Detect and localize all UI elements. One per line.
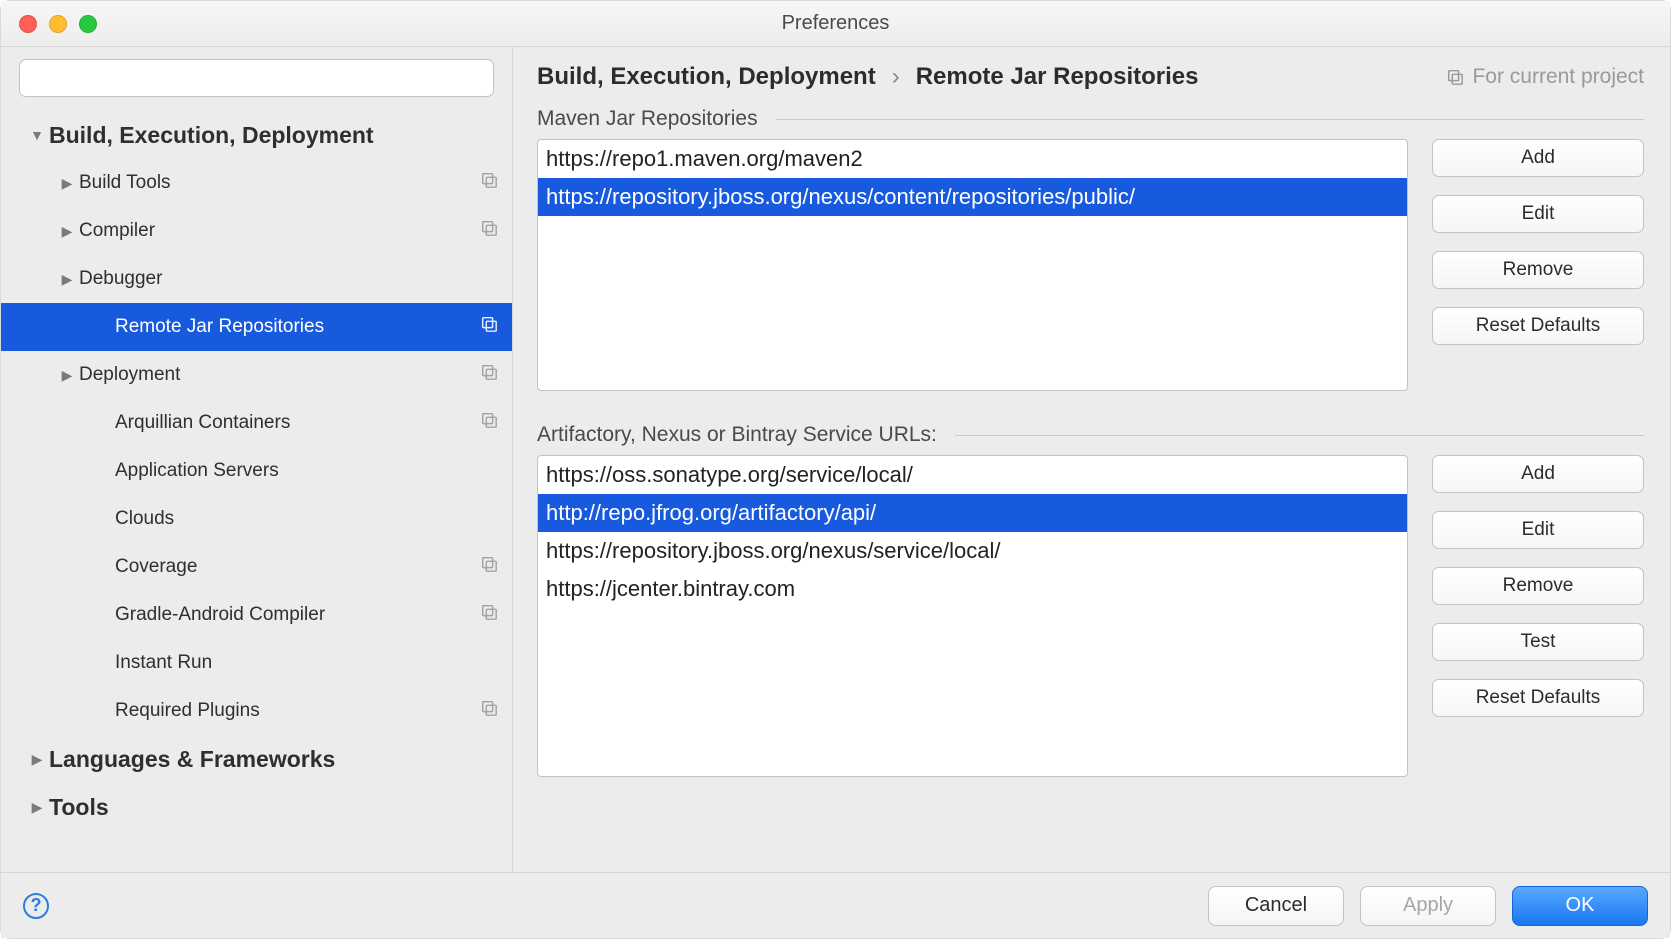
ok-button[interactable]: OK xyxy=(1512,886,1648,926)
disclosure-arrow-icon[interactable]: ▶ xyxy=(55,271,79,288)
services-remove-button[interactable]: Remove xyxy=(1432,567,1644,605)
tree-item[interactable]: ▼Build, Execution, Deployment xyxy=(1,111,512,159)
breadcrumb-row: Build, Execution, Deployment › Remote Ja… xyxy=(537,63,1644,91)
dialog-footer: ? Cancel Apply OK xyxy=(1,872,1670,938)
list-item[interactable]: https://repository.jboss.org/nexus/servi… xyxy=(538,532,1407,570)
services-section: Artifactory, Nexus or Bintray Service UR… xyxy=(537,423,1644,777)
list-item[interactable]: https://repository.jboss.org/nexus/conte… xyxy=(538,178,1407,216)
tree-item-label: Languages & Frameworks xyxy=(49,746,498,773)
divider xyxy=(776,119,1644,120)
breadcrumb-parent: Build, Execution, Deployment xyxy=(537,63,876,91)
disclosure-arrow-icon[interactable]: ▶ xyxy=(25,799,49,816)
breadcrumb: Build, Execution, Deployment › Remote Ja… xyxy=(537,63,1446,91)
copy-icon xyxy=(1446,68,1464,86)
maven-section: Maven Jar Repositories https://repo1.mav… xyxy=(537,107,1644,391)
tree-item[interactable]: ▶Deployment xyxy=(1,351,512,399)
maven-edit-button[interactable]: Edit xyxy=(1432,195,1644,233)
list-item[interactable]: https://oss.sonatype.org/service/local/ xyxy=(538,456,1407,494)
services-button-column: Add Edit Remove Test Reset Defaults xyxy=(1432,455,1644,717)
content-panel: Build, Execution, Deployment › Remote Ja… xyxy=(513,47,1670,872)
search-input[interactable] xyxy=(19,59,494,97)
tree-item[interactable]: Remote Jar Repositories xyxy=(1,303,512,351)
tree-item-label: Build Tools xyxy=(79,172,480,194)
disclosure-arrow-icon[interactable]: ▼ xyxy=(25,127,49,143)
tree-item[interactable]: ▶Languages & Frameworks xyxy=(1,735,512,783)
tree-item-label: Build, Execution, Deployment xyxy=(49,122,498,149)
copy-icon xyxy=(480,603,498,627)
disclosure-arrow-icon[interactable]: ▶ xyxy=(55,223,79,240)
maven-button-column: Add Edit Remove Reset Defaults xyxy=(1432,139,1644,345)
tree-item-label: Required Plugins xyxy=(115,700,480,722)
copy-icon xyxy=(480,171,498,195)
titlebar: Preferences xyxy=(1,1,1670,47)
tree-item-label: Debugger xyxy=(79,268,498,290)
maven-repositories-list[interactable]: https://repo1.maven.org/maven2https://re… xyxy=(537,139,1408,391)
tree-item[interactable]: ▶Build Tools xyxy=(1,159,512,207)
apply-button[interactable]: Apply xyxy=(1360,886,1496,926)
services-reset-defaults-button[interactable]: Reset Defaults xyxy=(1432,679,1644,717)
services-edit-button[interactable]: Edit xyxy=(1432,511,1644,549)
copy-icon xyxy=(480,555,498,579)
tree-item[interactable]: Instant Run xyxy=(1,639,512,687)
service-urls-list[interactable]: https://oss.sonatype.org/service/local/h… xyxy=(537,455,1408,777)
tree-item[interactable]: ▶Debugger xyxy=(1,255,512,303)
tree-item-label: Coverage xyxy=(115,556,480,578)
tree-item[interactable]: ▶Tools xyxy=(1,783,512,831)
maven-reset-defaults-button[interactable]: Reset Defaults xyxy=(1432,307,1644,345)
list-item[interactable]: https://jcenter.bintray.com xyxy=(538,570,1407,608)
tree-item[interactable]: Clouds xyxy=(1,495,512,543)
tree-item-label: Deployment xyxy=(79,364,480,386)
tree-item[interactable]: ▶Compiler xyxy=(1,207,512,255)
tree-item[interactable]: Required Plugins xyxy=(1,687,512,735)
tree-item[interactable]: Gradle-Android Compiler xyxy=(1,591,512,639)
tree-item-label: Gradle-Android Compiler xyxy=(115,604,480,626)
services-test-button[interactable]: Test xyxy=(1432,623,1644,661)
services-section-body: https://oss.sonatype.org/service/local/h… xyxy=(537,455,1644,777)
maven-remove-button[interactable]: Remove xyxy=(1432,251,1644,289)
services-section-header: Artifactory, Nexus or Bintray Service UR… xyxy=(537,423,1644,447)
copy-icon xyxy=(480,219,498,243)
services-add-button[interactable]: Add xyxy=(1432,455,1644,493)
copy-icon xyxy=(480,411,498,435)
tree-item-label: Instant Run xyxy=(115,652,498,674)
tree-item-label: Clouds xyxy=(115,508,498,530)
copy-icon xyxy=(480,363,498,387)
main-area: ▾ ▼Build, Execution, Deployment▶Build To… xyxy=(1,47,1670,872)
divider xyxy=(955,435,1644,436)
help-button[interactable]: ? xyxy=(23,893,49,919)
window-title: Preferences xyxy=(1,12,1670,35)
tree-item-label: Tools xyxy=(49,794,498,821)
maven-add-button[interactable]: Add xyxy=(1432,139,1644,177)
scope-label: For current project xyxy=(1472,65,1644,89)
disclosure-arrow-icon[interactable]: ▶ xyxy=(25,751,49,768)
tree-item[interactable]: Arquillian Containers xyxy=(1,399,512,447)
tree-item-label: Compiler xyxy=(79,220,480,242)
breadcrumb-separator-icon: › xyxy=(892,63,900,91)
search-wrap: ▾ xyxy=(1,59,512,111)
maven-section-header: Maven Jar Repositories xyxy=(537,107,1644,131)
tree-item-label: Application Servers xyxy=(115,460,498,482)
services-section-title: Artifactory, Nexus or Bintray Service UR… xyxy=(537,423,937,447)
copy-icon xyxy=(480,699,498,723)
cancel-button[interactable]: Cancel xyxy=(1208,886,1344,926)
list-item[interactable]: http://repo.jfrog.org/artifactory/api/ xyxy=(538,494,1407,532)
settings-tree[interactable]: ▼Build, Execution, Deployment▶Build Tool… xyxy=(1,111,512,872)
disclosure-arrow-icon[interactable]: ▶ xyxy=(55,175,79,192)
copy-icon xyxy=(480,315,498,339)
list-item[interactable]: https://repo1.maven.org/maven2 xyxy=(538,140,1407,178)
disclosure-arrow-icon[interactable]: ▶ xyxy=(55,367,79,384)
sidebar: ▾ ▼Build, Execution, Deployment▶Build To… xyxy=(1,47,513,872)
maven-section-body: https://repo1.maven.org/maven2https://re… xyxy=(537,139,1644,391)
breadcrumb-current: Remote Jar Repositories xyxy=(916,63,1199,91)
tree-item-label: Remote Jar Repositories xyxy=(115,316,480,338)
tree-item-label: Arquillian Containers xyxy=(115,412,480,434)
scope-indicator: For current project xyxy=(1446,65,1644,89)
tree-item[interactable]: Coverage xyxy=(1,543,512,591)
tree-item[interactable]: Application Servers xyxy=(1,447,512,495)
maven-section-title: Maven Jar Repositories xyxy=(537,107,758,131)
